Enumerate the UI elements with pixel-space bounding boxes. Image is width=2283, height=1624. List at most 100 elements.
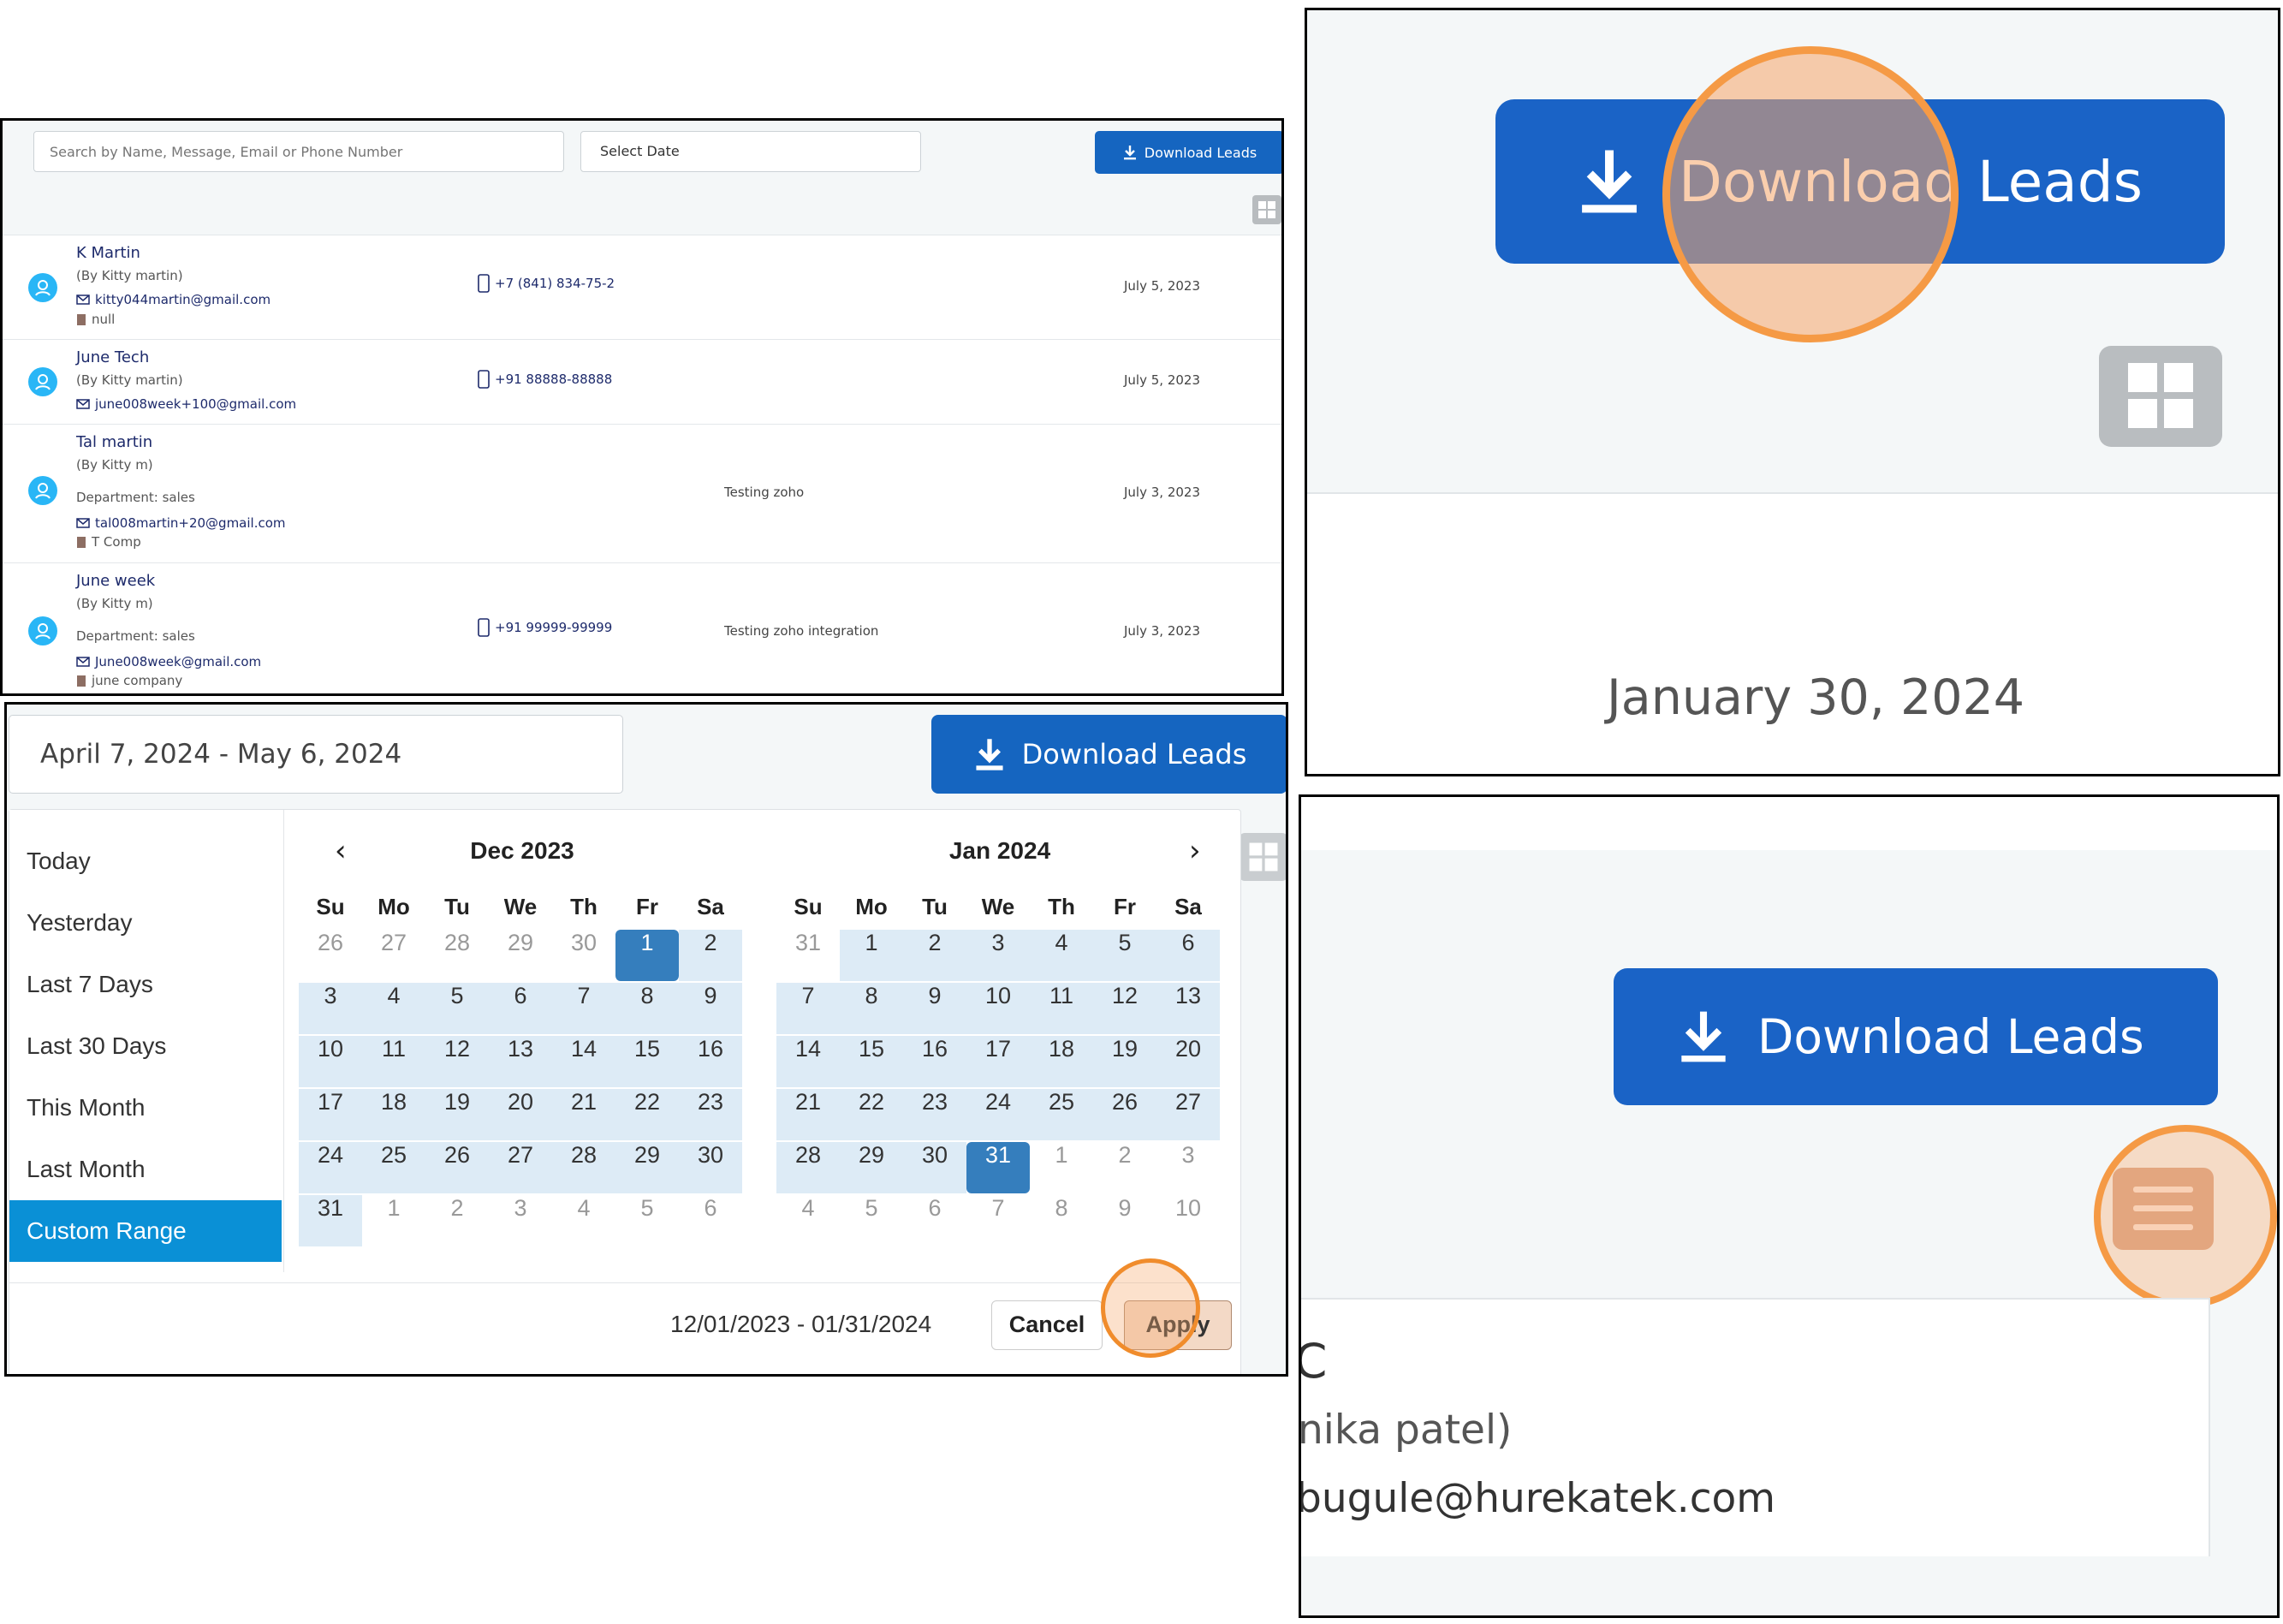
cancel-button[interactable]: Cancel	[991, 1300, 1103, 1350]
calendar-day[interactable]: 24	[299, 1142, 362, 1193]
calendar-day[interactable]: 7	[776, 983, 840, 1034]
calendar-day[interactable]: 1	[362, 1195, 425, 1246]
calendar-day[interactable]: 30	[679, 1142, 742, 1193]
download-leads-button[interactable]: Download Leads	[1614, 968, 2218, 1105]
lead-name[interactable]: Tal martin	[76, 433, 152, 451]
calendar-day[interactable]: 13	[489, 1036, 552, 1087]
lead-phone[interactable]: +91 88888-88888	[478, 370, 612, 389]
calendar-day[interactable]: 21	[552, 1089, 615, 1140]
date-select-input[interactable]: Select Date	[580, 131, 921, 172]
calendar-day[interactable]: 27	[489, 1142, 552, 1193]
calendar-day[interactable]: 8	[840, 983, 903, 1034]
calendar-day[interactable]: 23	[679, 1089, 742, 1140]
calendar-day[interactable]: 5	[425, 983, 489, 1034]
lead-email[interactable]: June008week@gmail.com	[76, 654, 261, 669]
calendar-day[interactable]: 10	[299, 1036, 362, 1087]
calendar-day[interactable]: 19	[1093, 1036, 1156, 1087]
calendar-day[interactable]: 4	[362, 983, 425, 1034]
calendar-day[interactable]: 8	[1030, 1195, 1093, 1246]
calendar-day[interactable]: 29	[840, 1142, 903, 1193]
calendar-day[interactable]: 18	[1030, 1036, 1093, 1087]
range-today[interactable]: Today	[9, 830, 282, 892]
calendar-day[interactable]: 26	[425, 1142, 489, 1193]
calendar-day[interactable]: 1	[1030, 1142, 1093, 1193]
range-this-month[interactable]: This Month	[9, 1077, 282, 1139]
calendar-day[interactable]: 3	[299, 983, 362, 1034]
calendar-day[interactable]: 7	[552, 983, 615, 1034]
download-leads-button[interactable]: Download Leads	[1095, 131, 1281, 174]
range-last-month[interactable]: Last Month	[9, 1139, 282, 1200]
calendar-day[interactable]: 28	[425, 930, 489, 981]
calendar-day[interactable]: 6	[1156, 930, 1220, 981]
download-leads-button[interactable]: Download Leads	[931, 715, 1286, 794]
calendar-day[interactable]: 2	[1093, 1142, 1156, 1193]
calendar-day[interactable]: 6	[489, 983, 552, 1034]
next-month-icon[interactable]: ›	[1189, 836, 1201, 866]
calendar-day[interactable]: 18	[362, 1089, 425, 1140]
calendar-day[interactable]: 6	[903, 1195, 966, 1246]
calendar-day[interactable]: 17	[966, 1036, 1030, 1087]
lead-row[interactable]: K Martin (By Kitty martin) kitty044marti…	[3, 235, 1281, 339]
calendar-day[interactable]: 5	[615, 1195, 679, 1246]
calendar-day[interactable]: 4	[552, 1195, 615, 1246]
lead-name[interactable]: C	[1301, 1334, 1327, 1389]
calendar-day[interactable]: 14	[776, 1036, 840, 1087]
lead-row[interactable]: June Tech (By Kitty martin) june008week+…	[3, 339, 1281, 424]
calendar-day[interactable]: 11	[362, 1036, 425, 1087]
lead-row[interactable]: June week (By Kitty m) Department: sales…	[3, 562, 1281, 693]
lead-name[interactable]: K Martin	[76, 244, 140, 262]
lead-email[interactable]: bugule@hurekatek.com	[1301, 1475, 1775, 1522]
calendar-day[interactable]: 3	[966, 930, 1030, 981]
lead-email[interactable]: june008week+100@gmail.com	[76, 396, 296, 412]
calendar-day[interactable]: 12	[1093, 983, 1156, 1034]
calendar-day[interactable]: 14	[552, 1036, 615, 1087]
range-custom[interactable]: Custom Range	[9, 1200, 282, 1262]
calendar-day[interactable]: 10	[1156, 1195, 1220, 1246]
date-range-input[interactable]: April 7, 2024 - May 6, 2024	[9, 715, 623, 794]
calendar-day[interactable]: 9	[1093, 1195, 1156, 1246]
lead-phone[interactable]: +91 99999-99999	[478, 618, 612, 637]
calendar-day[interactable]: 31	[966, 1142, 1030, 1193]
range-last-7-days[interactable]: Last 7 Days	[9, 954, 282, 1015]
calendar-day[interactable]: 30	[903, 1142, 966, 1193]
calendar-day[interactable]: 28	[776, 1142, 840, 1193]
calendar-day[interactable]: 8	[615, 983, 679, 1034]
lead-email[interactable]: kitty044martin@gmail.com	[76, 292, 271, 307]
calendar-day[interactable]: 31	[299, 1195, 362, 1246]
calendar-day[interactable]: 30	[552, 930, 615, 981]
lead-email[interactable]: tal008martin+20@gmail.com	[76, 515, 286, 531]
calendar-day[interactable]: 5	[1093, 930, 1156, 981]
grid-view-icon[interactable]	[2099, 346, 2222, 447]
calendar-day[interactable]: 15	[615, 1036, 679, 1087]
lead-name[interactable]: June Tech	[76, 348, 149, 366]
calendar-day[interactable]: 31	[776, 930, 840, 981]
lead-name[interactable]: June week	[76, 572, 155, 590]
calendar-day[interactable]: 3	[489, 1195, 552, 1246]
calendar-day[interactable]: 7	[966, 1195, 1030, 1246]
calendar-day[interactable]: 27	[362, 930, 425, 981]
calendar-day[interactable]: 29	[615, 1142, 679, 1193]
calendar-day[interactable]: 17	[299, 1089, 362, 1140]
calendar-day[interactable]: 6	[679, 1195, 742, 1246]
calendar-day[interactable]: 26	[299, 930, 362, 981]
calendar-day[interactable]: 1	[615, 930, 679, 981]
calendar-day[interactable]: 15	[840, 1036, 903, 1087]
calendar-day[interactable]: 4	[1030, 930, 1093, 981]
calendar-day[interactable]: 27	[1156, 1089, 1220, 1140]
calendar-day[interactable]: 13	[1156, 983, 1220, 1034]
range-last-30-days[interactable]: Last 30 Days	[9, 1015, 282, 1077]
calendar-day[interactable]: 2	[679, 930, 742, 981]
calendar-day[interactable]: 5	[840, 1195, 903, 1246]
grid-view-icon[interactable]	[1240, 833, 1286, 881]
calendar-day[interactable]: 26	[1093, 1089, 1156, 1140]
calendar-day[interactable]: 29	[489, 930, 552, 981]
calendar-day[interactable]: 11	[1030, 983, 1093, 1034]
calendar-day[interactable]: 22	[615, 1089, 679, 1140]
calendar-day[interactable]: 9	[903, 983, 966, 1034]
calendar-day[interactable]: 10	[966, 983, 1030, 1034]
calendar-day[interactable]: 4	[776, 1195, 840, 1246]
calendar-day[interactable]: 1	[840, 930, 903, 981]
calendar-day[interactable]: 20	[489, 1089, 552, 1140]
calendar-day[interactable]: 21	[776, 1089, 840, 1140]
calendar-day[interactable]: 25	[1030, 1089, 1093, 1140]
